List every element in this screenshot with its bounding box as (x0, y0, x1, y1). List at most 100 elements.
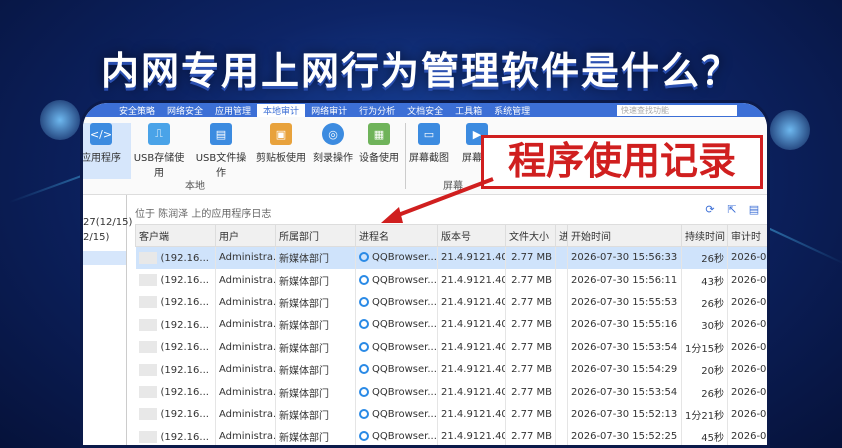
menu-item[interactable]: 工具箱 (449, 104, 488, 117)
filter-icon[interactable]: ▤ (747, 203, 761, 217)
clipboard-button[interactable]: ▣ 剪贴板使用 (251, 123, 311, 164)
size-cell: 2.77 MB (505, 336, 556, 359)
tree-item[interactable]: 27(12/15) (83, 217, 132, 228)
column-header[interactable]: 持续时间 (681, 224, 728, 247)
log-subheader: 位于 陈润泽 上的应用程序日志 (135, 209, 272, 220)
menu-item[interactable]: 网络安全 (161, 104, 209, 117)
user-cell-text: Administra... (219, 431, 276, 443)
audit-time-cell: 2026-07 (727, 246, 767, 269)
menu-item[interactable]: 应用管理 (209, 104, 257, 117)
start-time-cell-text: 2026-07-30 15:53:54 (571, 341, 678, 353)
app-button[interactable]: </> 应用程序 (83, 123, 131, 179)
menu-item[interactable]: 网络审计 (305, 104, 353, 117)
process-cell: QQBrowser.... (355, 425, 438, 445)
table-row[interactable]: (192.16... Administra...新媒体部门 QQBrowser...… (135, 336, 767, 359)
client-cell: (192.16... (135, 380, 216, 404)
client-cell: (192.16... (135, 336, 216, 359)
left-tree-pane: 27(12/15) 2/15) (83, 195, 132, 445)
table-row[interactable]: (192.16... Administra...新媒体部门 QQBrowser...… (135, 403, 767, 426)
client-cell: (192.16... (135, 268, 216, 292)
audit-time-cell-text: 2026-07 (731, 386, 770, 398)
menu-item[interactable]: 行为分析 (353, 104, 401, 117)
tree-item-selected[interactable] (83, 251, 126, 265)
search-input[interactable]: 快速查找功能 (617, 104, 737, 116)
column-header[interactable]: 审计时 (727, 224, 767, 247)
empty-cell (555, 268, 568, 292)
duration-cell-text: 43秒 (701, 276, 724, 288)
empty-cell (555, 291, 568, 314)
size-cell: 2.77 MB (505, 403, 556, 426)
usb-file-button[interactable]: ▤ USB文件操作 (191, 123, 251, 179)
start-time-cell: 2026-07-30 15:55:16 (567, 313, 682, 337)
dept-cell-text: 新媒体部门 (279, 298, 329, 310)
menu-item-active[interactable]: 本地审计 (257, 103, 306, 117)
column-header[interactable]: 版本号 (437, 224, 506, 247)
size-cell-text: 2.77 MB (511, 296, 552, 308)
audit-time-cell: 2026-07 (727, 358, 767, 381)
refresh-icon[interactable]: ⟳ (703, 203, 717, 217)
table-row[interactable]: (192.16... Administra...新媒体部门 QQBrowser...… (135, 358, 767, 381)
client-cell-text: (192.16... (160, 431, 209, 443)
menu-item[interactable]: 文档安全 (401, 104, 449, 117)
group-label-local: 本地 (185, 181, 205, 192)
client-cell-text: (192.16... (160, 409, 209, 421)
table-row[interactable]: (192.16... Administra...新媒体部门 QQBrowser...… (135, 425, 767, 445)
column-header[interactable]: 客户端 (135, 224, 216, 247)
column-header[interactable]: 所属部门 (275, 224, 356, 247)
export-icon[interactable]: ⇱ (725, 203, 739, 217)
start-time-cell: 2026-07-30 15:54:29 (567, 358, 682, 381)
table-row[interactable]: (192.16... Administra...新媒体部门 QQBrowser...… (135, 380, 770, 404)
user-cell-text: Administra... (219, 364, 276, 376)
empty-cell (555, 380, 568, 404)
size-cell: 2.77 MB (505, 380, 556, 404)
duration-cell: 20秒 (681, 358, 728, 381)
dept-cell-text: 新媒体部门 (279, 343, 329, 355)
browser-icon (359, 296, 369, 307)
size-cell-text: 2.77 MB (511, 364, 552, 376)
size-cell-text: 2.77 MB (511, 252, 552, 264)
size-cell: 2.77 MB (505, 291, 556, 314)
tree-item[interactable]: 2/15) (83, 232, 126, 243)
duration-cell-text: 1分21秒 (685, 410, 725, 422)
dept-cell: 新媒体部门 (275, 403, 356, 426)
column-header[interactable]: 进程名 (355, 224, 438, 247)
user-cell: Administra... (215, 291, 276, 314)
user-cell-text: Administra... (219, 341, 276, 353)
redacted-block (138, 296, 157, 309)
duration-cell-text: 26秒 (701, 254, 724, 266)
version-cell-text: 21.4.9121.400 (441, 296, 505, 308)
client-cell-text: (192.16... (160, 387, 209, 399)
column-header[interactable]: 进 (555, 224, 568, 247)
dept-cell: 新媒体部门 (275, 425, 356, 445)
usb-storage-button[interactable]: ⎍ USB存储使用 (129, 123, 189, 179)
column-header[interactable]: 开始时间 (567, 224, 682, 247)
bg-glow (40, 100, 80, 140)
table-row[interactable]: (192.16... Administra...新媒体部门 QQBrowser...… (135, 313, 767, 337)
callout-label: 程序使用记录 (481, 135, 763, 189)
table-row[interactable]: (192.16... Administra...新媒体部门 QQBrowser...… (135, 246, 767, 269)
version-cell-text: 21.4.9121.400 (441, 341, 505, 353)
start-time-cell: 2026-07-30 15:53:54 (567, 336, 682, 359)
version-cell-text: 21.4.9121.400 (441, 319, 505, 331)
size-cell: 2.77 MB (505, 268, 556, 292)
menu-item[interactable]: 安全策略 (113, 104, 161, 117)
client-cell-text: (192.16... (160, 275, 209, 287)
user-cell: Administra... (215, 246, 276, 269)
audit-time-cell-text: 2026-07 (731, 296, 770, 308)
table-row[interactable]: (192.16... Administra...新媒体部门 QQBrowser...… (135, 268, 767, 292)
menu-item[interactable]: 系统管理 (488, 104, 536, 117)
version-cell: 21.4.9121.400 (437, 246, 506, 269)
column-header[interactable]: 用户 (215, 224, 276, 247)
table-row[interactable]: (192.16... Administra...新媒体部门 QQBrowser...… (135, 291, 770, 314)
version-cell-text: 21.4.9121.400 (441, 431, 505, 443)
duration-cell: 26秒 (681, 246, 728, 269)
duration-cell-text: 26秒 (701, 298, 724, 310)
redacted-block (138, 318, 157, 331)
size-cell: 2.77 MB (505, 425, 556, 445)
column-header[interactable]: 文件大小 (505, 224, 556, 247)
start-time-cell-text: 2026-07-30 15:55:53 (571, 296, 678, 308)
bg-glow (770, 110, 810, 150)
duration-cell: 45秒 (681, 425, 728, 445)
duration-cell: 43秒 (681, 268, 728, 292)
device-icon: ▦ (368, 123, 390, 145)
